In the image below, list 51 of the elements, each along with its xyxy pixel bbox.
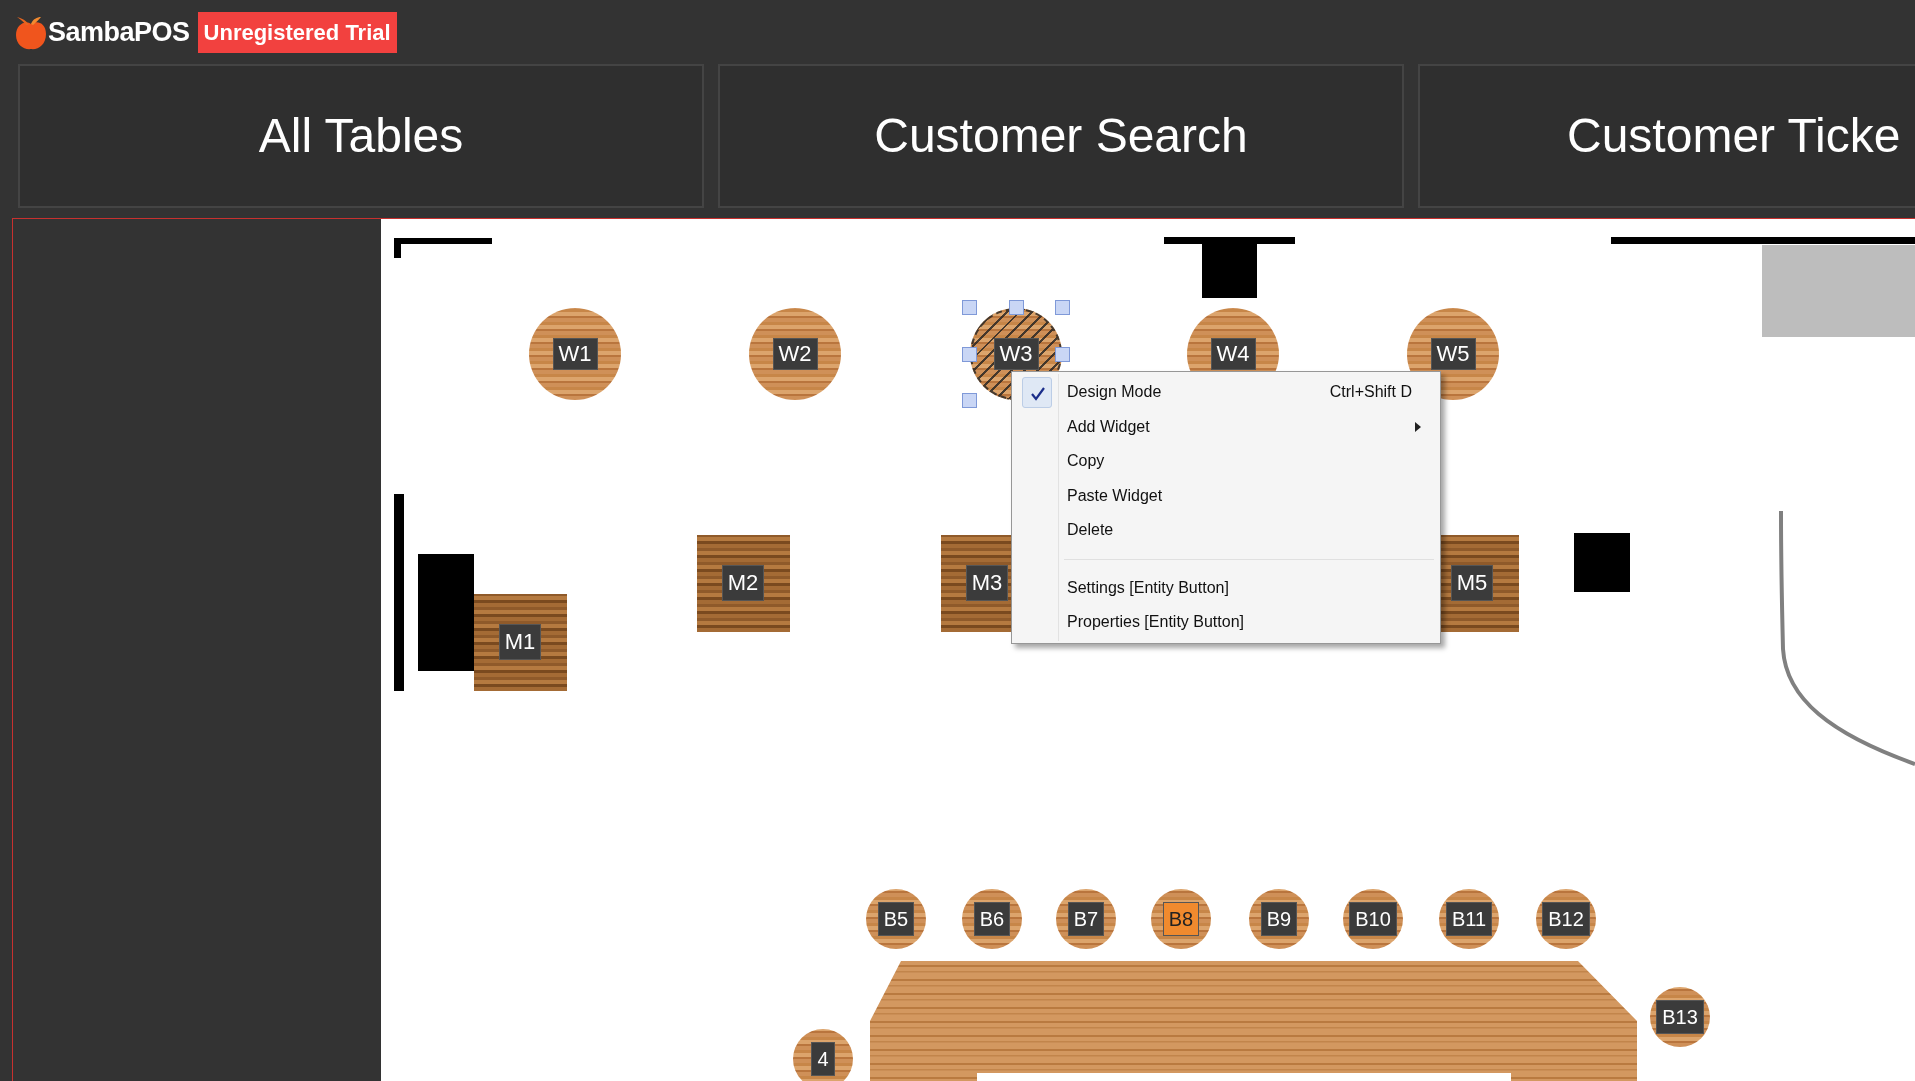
table-label: W5 [1430, 338, 1476, 370]
table-label: 4 [811, 1042, 835, 1076]
table[interactable]: B11 [1439, 889, 1499, 949]
table-label: B5 [877, 902, 915, 936]
table[interactable]: M1 [473, 593, 567, 691]
table-label: W4 [1210, 338, 1256, 370]
resize-handle[interactable] [1009, 300, 1024, 315]
table-label: B8 [1162, 902, 1200, 936]
table[interactable]: B9 [1249, 889, 1309, 949]
table-label: W1 [552, 338, 598, 370]
table-label: B10 [1349, 902, 1397, 936]
table-label: B6 [973, 902, 1011, 936]
table-label: W2 [772, 338, 818, 370]
table-label: B9 [1260, 902, 1298, 936]
table[interactable]: B6 [962, 889, 1022, 949]
pillar [1574, 533, 1630, 592]
table-label: M3 [965, 565, 1009, 601]
menu-item[interactable]: Paste Widget [1014, 478, 1438, 513]
table[interactable]: B13 [1650, 987, 1710, 1047]
menu-item[interactable]: Copy [1014, 444, 1438, 479]
table[interactable]: B7 [1056, 889, 1116, 949]
trial-badge: Unregistered Trial [197, 11, 397, 53]
table[interactable]: W1 [529, 308, 621, 400]
resize-handle[interactable] [962, 347, 977, 362]
table[interactable]: B8 [1151, 889, 1211, 949]
tab[interactable]: Customer Ticke [1418, 64, 1915, 208]
resize-handle[interactable] [962, 300, 977, 315]
table-label: B11 [1445, 902, 1493, 936]
pillar [1202, 244, 1257, 298]
app-name: SambaPOS [48, 15, 190, 49]
table-label: M2 [721, 565, 765, 601]
table[interactable]: 4 [793, 1029, 853, 1081]
table[interactable]: B10 [1343, 889, 1403, 949]
resize-handle[interactable] [1055, 347, 1070, 362]
table-label: W3 [993, 338, 1039, 370]
table-label: M5 [1450, 565, 1494, 601]
table-label: B13 [1656, 1000, 1704, 1034]
table-label: B12 [1542, 902, 1590, 936]
table[interactable]: M2 [696, 534, 790, 632]
resize-handle[interactable] [962, 393, 977, 408]
logo-icon [14, 14, 48, 50]
submenu-arrow-icon [1415, 421, 1421, 432]
tab[interactable]: Customer Search [718, 64, 1404, 208]
table-label: B7 [1067, 902, 1105, 936]
menu-item[interactable]: Add Widget [1014, 409, 1438, 444]
table[interactable]: W2 [749, 308, 841, 400]
table-label: M1 [498, 624, 542, 660]
table[interactable]: B12 [1536, 889, 1596, 949]
table[interactable]: B5 [866, 889, 926, 949]
resize-handle[interactable] [1055, 300, 1070, 315]
tab[interactable]: All Tables [18, 64, 704, 208]
